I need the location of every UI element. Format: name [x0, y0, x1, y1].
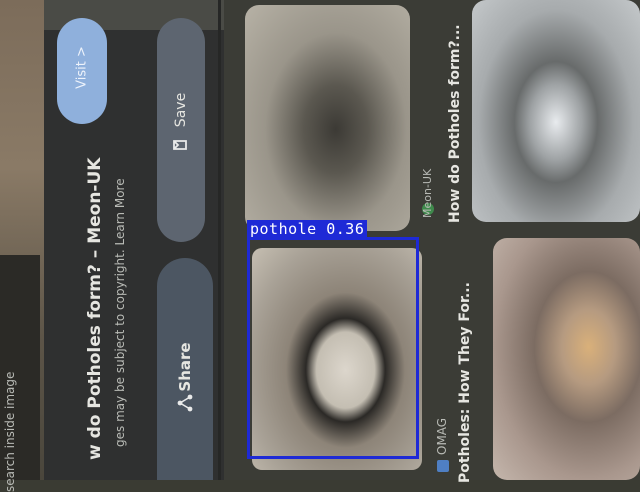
share-button-label: Share: [176, 342, 194, 392]
source-favicon-omag: [437, 460, 449, 472]
result-1-source: Meon-UK: [421, 168, 434, 218]
save-button-label: Save: [173, 92, 189, 128]
result-thumbnail-4[interactable]: [493, 238, 640, 480]
left-strip-text: search inside image: [3, 371, 17, 492]
detection-bounding-box: [247, 237, 419, 459]
result-2-source: OMAG: [435, 417, 449, 455]
result-thumbnail-3[interactable]: [472, 0, 640, 222]
detection-label: pothole 0.36: [247, 220, 368, 238]
visit-button-label: Visit >: [74, 46, 90, 89]
result-1-title[interactable]: How do Potholes form?...: [447, 23, 463, 223]
result-2-title[interactable]: Potholes: How They For...: [457, 253, 473, 483]
copyright-notice: ges may be subject to copyright. Learn M…: [113, 178, 127, 447]
panel-divider: [218, 0, 221, 480]
page-title: w do Potholes form? – Meon-UK: [85, 157, 105, 460]
result-thumbnail-1[interactable]: [245, 5, 410, 231]
